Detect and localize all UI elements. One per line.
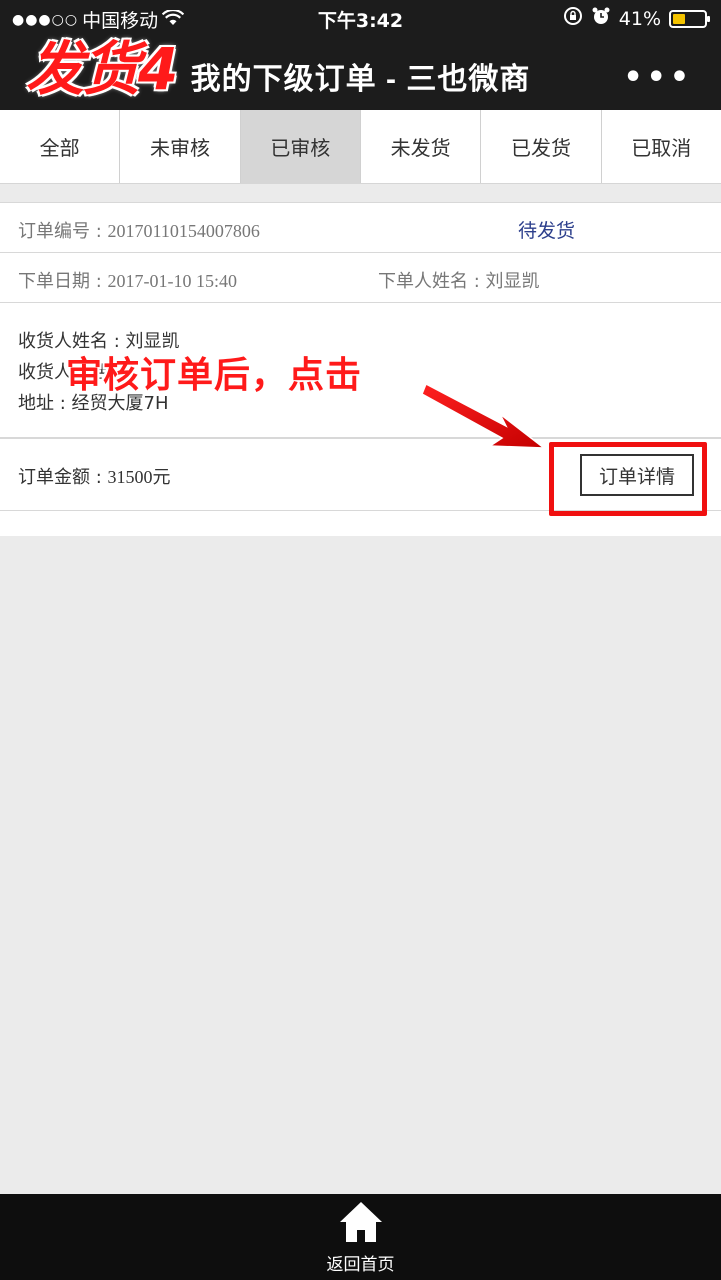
- tab-all[interactable]: 全部: [0, 110, 121, 183]
- home-button-label[interactable]: 返回首页: [0, 1250, 721, 1275]
- order-status: 待发货: [518, 220, 576, 242]
- order-filter-tabs: 全部 未审核 已审核 未发货 已发货 已取消: [0, 110, 721, 184]
- order-date-row: 下单日期 : 2017-01-10 15:40 下单人姓名 : 刘显凯: [0, 253, 721, 303]
- tab-unreviewed[interactable]: 未审核: [120, 110, 241, 183]
- order-number-value: 20170110154007806: [107, 221, 260, 241]
- order-date: 下单日期 : 2017-01-10 15:40: [18, 267, 237, 293]
- order-number: 订单编号 : 20170110154007806: [18, 217, 260, 243]
- tab-reviewed[interactable]: 已审核: [240, 110, 361, 183]
- step-overlay-label: 发货4: [26, 35, 178, 103]
- battery-percent: 41%: [618, 7, 661, 30]
- order-date-label: 下单日期 :: [18, 271, 108, 292]
- status-icons: 41%: [563, 6, 710, 31]
- order-amount: 订单金额 : 31500元: [18, 463, 171, 489]
- order-date-value: 2017-01-10 15:40: [107, 271, 238, 291]
- annotation-highlight-box: [549, 442, 707, 516]
- more-options-icon[interactable]: •••: [623, 60, 693, 95]
- status-bar: ●●●○○ 中国移动 下午3:42 41%: [0, 0, 721, 36]
- battery-icon: [669, 9, 710, 28]
- order-amount-label: 订单金额 :: [18, 467, 108, 488]
- battery-fill: [673, 13, 685, 24]
- tab-cancelled[interactable]: 已取消: [601, 110, 721, 183]
- alarm-icon: [591, 6, 611, 31]
- tab-shipped[interactable]: 已发货: [481, 110, 602, 183]
- home-icon[interactable]: [338, 1200, 384, 1244]
- annotation-instruction: 审核订单后，点击: [66, 355, 363, 396]
- tab-unshipped[interactable]: 未发货: [360, 110, 482, 183]
- order-number-row: 订单编号 : 20170110154007806 待发货: [0, 203, 721, 253]
- bottom-bar: 返回首页: [0, 1194, 721, 1280]
- annotation-arrow-icon: [421, 382, 547, 449]
- order-number-label: 订单编号 :: [18, 221, 108, 242]
- rotation-lock-icon: [563, 6, 583, 31]
- buyer-name: 下单人姓名 : 刘显凯: [378, 271, 540, 292]
- order-amount-value: 31500元: [107, 467, 171, 487]
